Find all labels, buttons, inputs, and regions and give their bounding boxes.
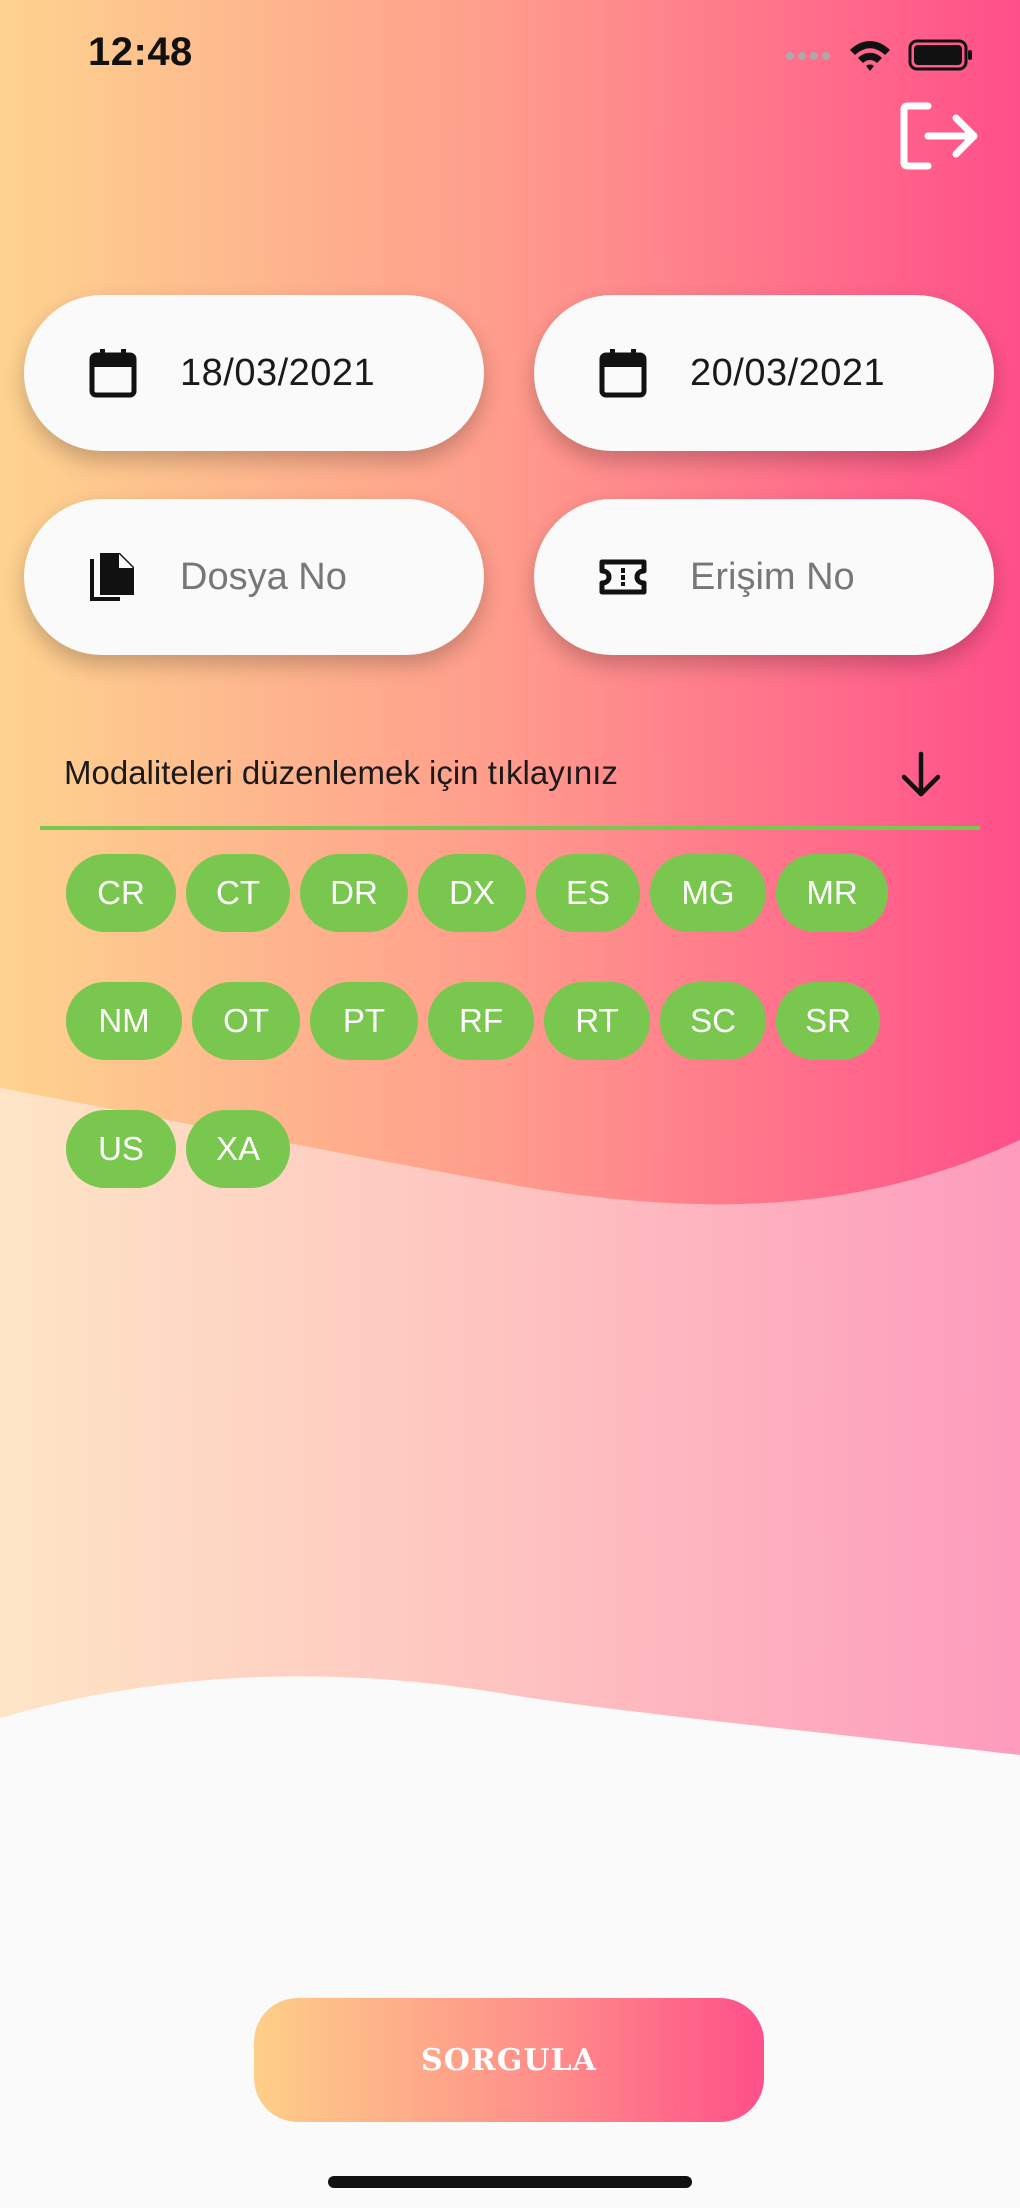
modality-chip-us[interactable]: US	[66, 1110, 176, 1188]
modality-chip-sr[interactable]: SR	[776, 982, 880, 1060]
modality-chip-mg[interactable]: MG	[650, 854, 766, 932]
ticket-icon	[598, 552, 648, 602]
erisim-no-input[interactable]	[690, 555, 990, 599]
status-icons	[784, 38, 974, 77]
modality-dropdown[interactable]: Modaliteleri düzenlemek için tıklayınız	[40, 740, 980, 830]
erisim-no-field[interactable]	[534, 499, 994, 655]
modality-chip-sc[interactable]: SC	[660, 982, 766, 1060]
dosya-no-field[interactable]	[24, 499, 484, 655]
battery-icon	[908, 39, 974, 76]
modality-chip-rt[interactable]: RT	[544, 982, 650, 1060]
modality-chip-xa[interactable]: XA	[186, 1110, 290, 1188]
sorgula-button[interactable]: SORGULA	[254, 1998, 764, 2122]
start-date-field[interactable]: 18/03/2021	[24, 295, 484, 451]
modality-chip-ct[interactable]: CT	[186, 854, 290, 932]
modality-chip-dx[interactable]: DX	[418, 854, 526, 932]
modality-chip-ot[interactable]: OT	[192, 982, 300, 1060]
file-copy-icon	[88, 552, 138, 602]
modality-chip-es[interactable]: ES	[536, 854, 640, 932]
modality-chip-nm[interactable]: NM	[66, 982, 182, 1060]
modality-chip-dr[interactable]: DR	[300, 854, 408, 932]
arrow-down-icon	[901, 751, 941, 797]
modality-dropdown-label: Modaliteleri düzenlemek için tıklayınız	[64, 754, 618, 791]
chip-row: CR CT DR DX ES MG MR	[66, 854, 946, 932]
start-date-value: 18/03/2021	[180, 351, 376, 394]
calendar-icon	[88, 348, 138, 398]
modality-chip-pt[interactable]: PT	[310, 982, 418, 1060]
end-date-value: 20/03/2021	[690, 351, 886, 394]
modality-chips: CR CT DR DX ES MG MR NM OT PT RF RT SC SR US XA	[66, 854, 946, 1238]
wifi-icon	[848, 38, 892, 77]
status-time: 12:48	[88, 30, 193, 74]
chip-row: NM OT PT RF RT SC SR	[66, 982, 946, 1060]
end-date-field[interactable]: 20/03/2021	[534, 295, 994, 451]
calendar-icon	[598, 348, 648, 398]
signal-icon	[784, 49, 832, 67]
dosya-no-input[interactable]	[180, 555, 480, 599]
home-indicator	[328, 2176, 692, 2188]
modality-chip-cr[interactable]: CR	[66, 854, 176, 932]
chip-row: US XA	[66, 1110, 946, 1188]
modality-chip-rf[interactable]: RF	[428, 982, 534, 1060]
modality-chip-mr[interactable]: MR	[776, 854, 888, 932]
logout-icon	[900, 102, 978, 170]
logout-button[interactable]	[898, 100, 982, 172]
